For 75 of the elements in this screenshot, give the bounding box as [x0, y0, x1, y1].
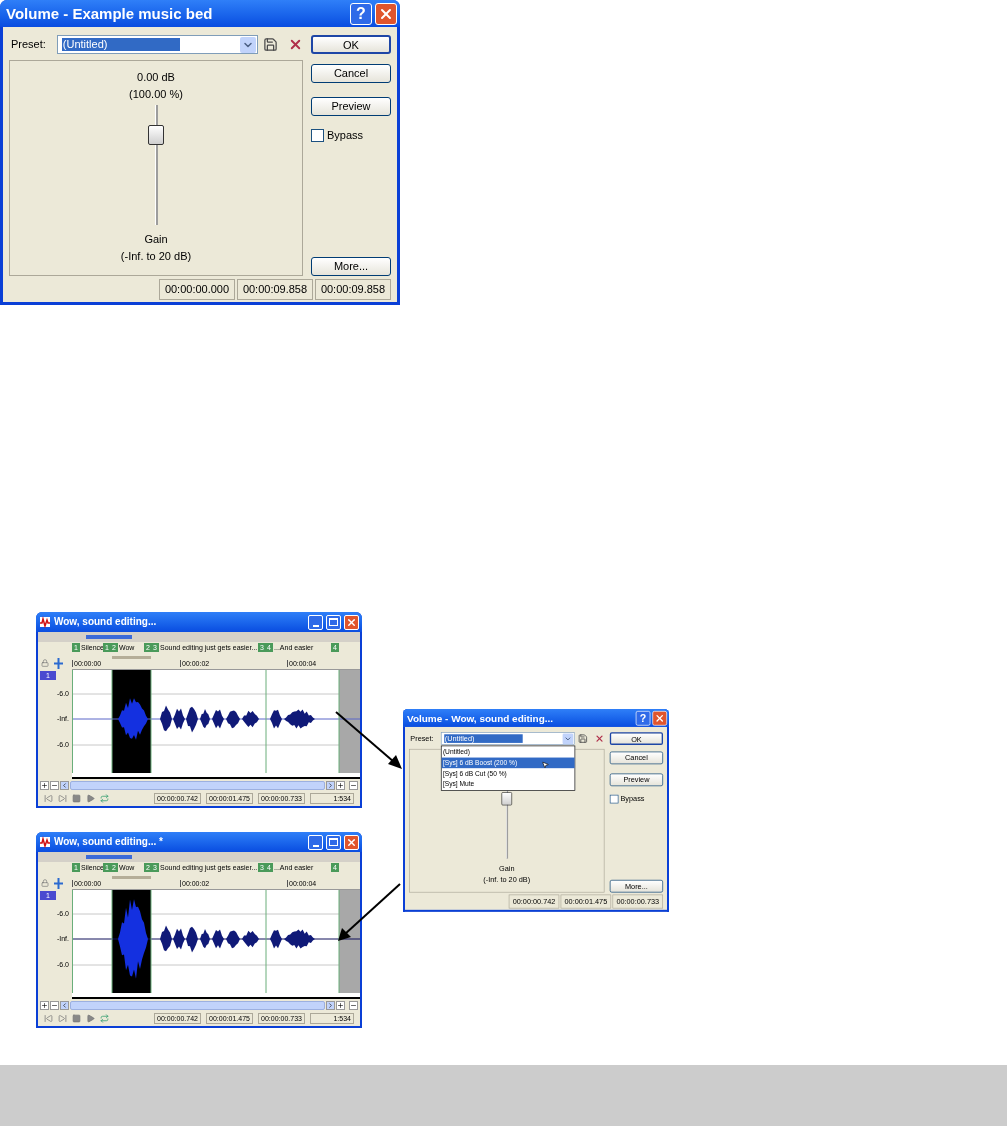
zoom-out-icon[interactable] [349, 1000, 358, 1010]
close-icon [346, 616, 357, 628]
dialog-button[interactable]: Cancel [311, 64, 391, 83]
zoom-out-icon[interactable] [50, 1000, 59, 1010]
dialog-button[interactable]: OK [311, 35, 391, 54]
slider-thumb[interactable] [148, 125, 164, 145]
close-button[interactable] [344, 614, 359, 630]
preset-value: (Untitled) [61, 38, 180, 51]
maximize-icon [329, 618, 338, 626]
delete-icon[interactable] [288, 37, 303, 52]
preset-dropdown[interactable]: (Untitled) [56, 35, 258, 54]
go-to-start-icon[interactable] [44, 1014, 53, 1023]
lock-icon[interactable] [41, 879, 49, 887]
bypass-checkbox[interactable] [609, 794, 619, 804]
gain-percent: (100.00 %) [129, 86, 183, 102]
maximize-button[interactable] [326, 614, 341, 630]
maximize-button[interactable] [326, 834, 341, 850]
loop-icon[interactable] [100, 794, 109, 803]
preset-label: Preset: [10, 37, 47, 53]
close-button[interactable] [344, 834, 359, 850]
zoom-in-icon[interactable] [336, 1000, 345, 1010]
gain-slider[interactable] [148, 105, 164, 225]
slider-thumb[interactable] [501, 792, 513, 806]
bypass-label: Bypass [327, 128, 364, 143]
scroll-right-icon[interactable] [326, 1000, 335, 1010]
loop-icon[interactable] [100, 1014, 109, 1023]
minimize-icon [312, 624, 319, 627]
go-to-end-icon[interactable] [58, 794, 67, 803]
go-to-end-icon[interactable] [58, 1014, 67, 1023]
zoom-out-icon[interactable] [349, 780, 358, 790]
more-button[interactable]: More... [311, 257, 391, 276]
dialog-button[interactable]: Preview [311, 97, 391, 116]
window-title: Volume - Wow, sound editing... [407, 713, 555, 723]
close-icon [654, 712, 665, 724]
save-icon[interactable] [263, 37, 278, 52]
play-icon[interactable] [86, 1014, 95, 1023]
zoom-out-icon[interactable] [50, 780, 59, 790]
play-icon[interactable] [86, 794, 95, 803]
app-icon [39, 616, 51, 628]
scroll-right-icon[interactable] [326, 780, 335, 790]
cursor-tool-icon[interactable] [53, 877, 64, 889]
close-button[interactable] [375, 2, 397, 25]
app-icon [39, 836, 51, 848]
zoom-in-icon[interactable] [40, 780, 49, 790]
stop-icon[interactable] [72, 794, 81, 803]
status-time: 00:00:09.858 [237, 279, 313, 300]
scroll-left-icon[interactable] [60, 780, 69, 790]
close-button[interactable] [652, 710, 667, 726]
horizontal-scrollbar[interactable] [70, 1000, 325, 1010]
arrow [335, 711, 402, 769]
help-button[interactable]: ? [635, 710, 651, 726]
horizontal-scrollbar[interactable] [70, 780, 325, 790]
minimize-button[interactable] [308, 614, 323, 630]
close-icon [346, 836, 357, 848]
gain-label: Gain [144, 232, 168, 247]
maximize-icon [329, 838, 338, 846]
stop-icon[interactable] [72, 1014, 81, 1023]
zoom-in-icon[interactable] [40, 1000, 49, 1010]
window-title: Wow, sound editing... * [54, 837, 164, 847]
gain-range: (-Inf. to 20 dB) [120, 248, 192, 264]
minimize-icon [312, 844, 319, 847]
go-to-start-icon[interactable] [44, 794, 53, 803]
cursor-tool-icon[interactable] [53, 657, 64, 669]
status-time: 00:00:09.858 [315, 279, 391, 300]
lock-icon[interactable] [41, 659, 49, 667]
help-button[interactable]: ? [350, 2, 372, 25]
minimize-button[interactable] [308, 834, 323, 850]
zoom-in-icon[interactable] [336, 780, 345, 790]
bypass-checkbox[interactable] [311, 128, 324, 142]
window-title: Volume - Example music bed [6, 6, 214, 21]
gain-reading: 0.00 dB [137, 70, 175, 85]
arrow [338, 883, 401, 941]
window-title: Wow, sound editing... [54, 617, 158, 627]
status-time: 00:00:00.000 [159, 279, 235, 300]
scroll-left-icon[interactable] [60, 1000, 69, 1010]
